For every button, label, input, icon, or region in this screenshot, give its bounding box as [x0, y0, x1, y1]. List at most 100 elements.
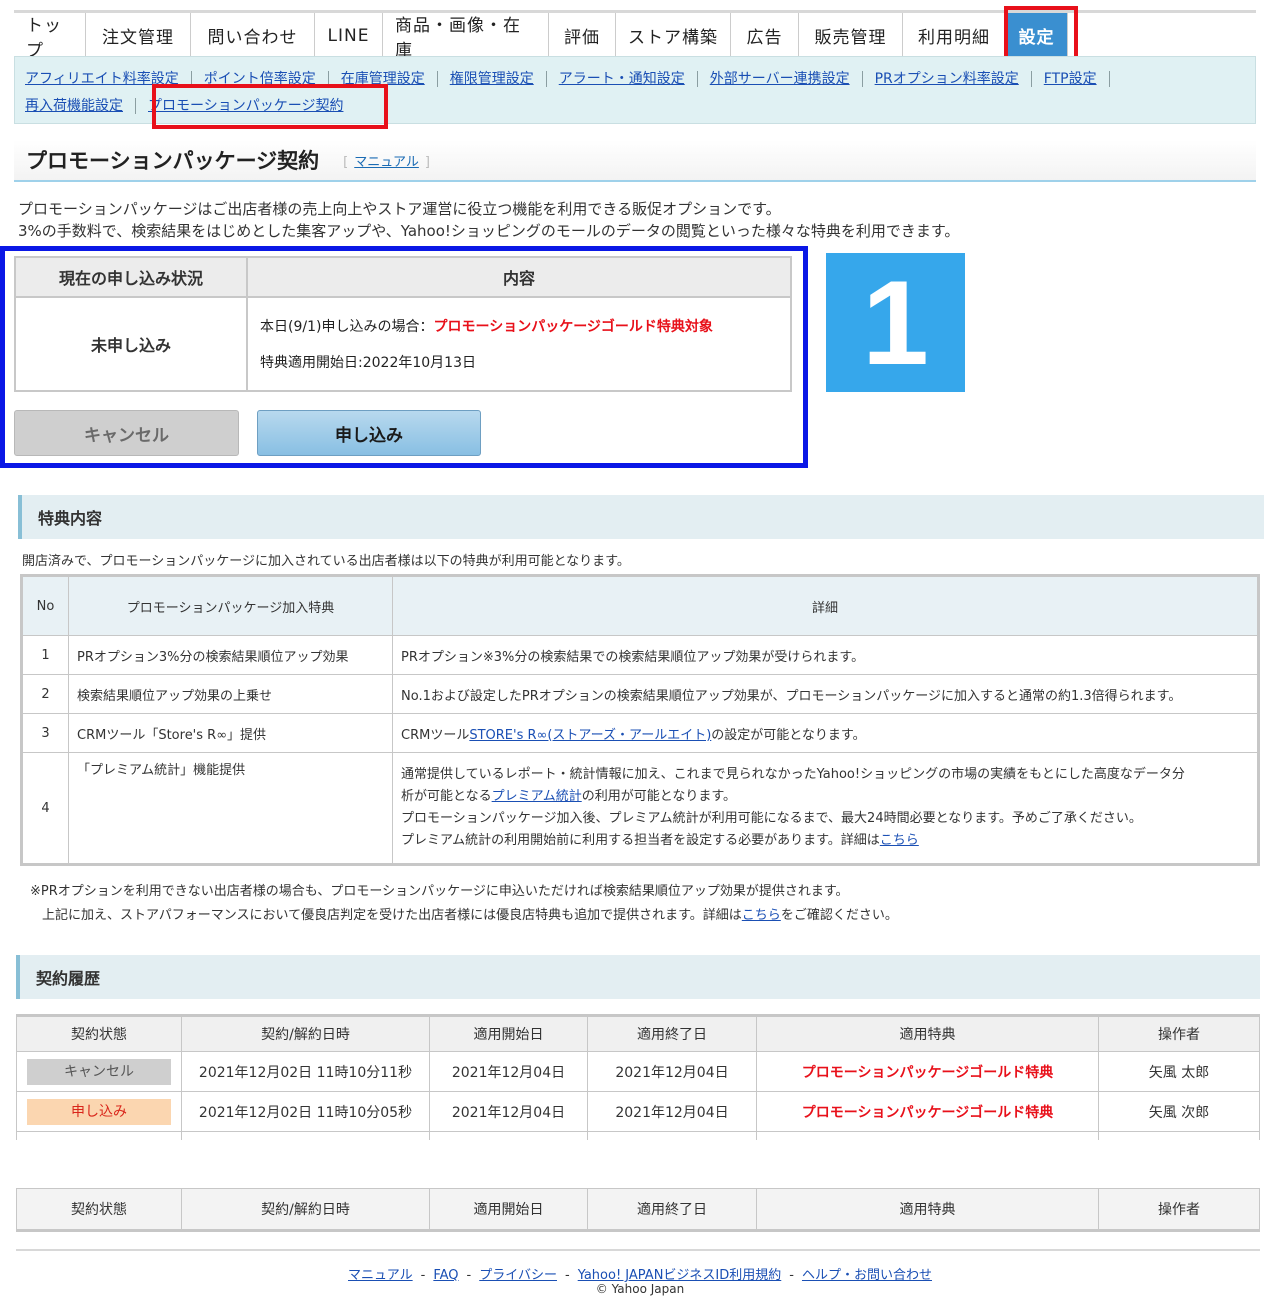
cancel-button[interactable]: キャンセル: [14, 410, 239, 456]
row-end: 2021年12月04日: [587, 1051, 757, 1092]
table-row: 1 PRオプション3%分の検索結果順位アップ効果 PRオプション※3%分の検索結…: [21, 635, 1259, 675]
subnav-restock[interactable]: 再入荷機能設定: [25, 97, 136, 114]
tab-reviews[interactable]: 評価: [549, 13, 616, 58]
row-status: キャンセル: [16, 1051, 182, 1092]
col-operator: 操作者: [1098, 1014, 1260, 1052]
row-datetime: 2021年12月02日 11時10分05秒: [181, 1091, 430, 1132]
excellent-store-link[interactable]: こちら: [742, 908, 781, 923]
col-status: 契約状態: [16, 1014, 182, 1052]
premium-stats-link[interactable]: プレミアム統計: [492, 789, 582, 804]
apply-button[interactable]: 申し込み: [257, 410, 481, 456]
row-detail: No.1および設定したPRオプションの検索結果順位アップ効果が、プロモーションパ…: [392, 674, 1259, 714]
detail-text: 析が可能となる: [401, 789, 492, 804]
manual-link[interactable]: マニュアル: [354, 155, 419, 170]
row-benefit: プロモーションパッケージゴールド特典: [756, 1091, 1099, 1132]
footer-separator: -: [789, 1268, 794, 1283]
stores-r8-link[interactable]: STORE's R∞(ストアーズ・アールエイト): [469, 728, 711, 743]
row-operator: 矢風 次郎: [1098, 1091, 1260, 1132]
table-row: 申し込み 2021年12月02日 11時10分05秒 2021年12月04日 2…: [16, 1091, 1260, 1132]
status-table: 現在の申し込み状況 内容 未申し込み 本日(9/1)申し込みの場合：プロモーショ…: [14, 256, 792, 392]
col-start: 適用開始日: [429, 1014, 588, 1052]
tab-inquiries[interactable]: 問い合わせ: [191, 13, 315, 58]
details-link[interactable]: こちら: [880, 833, 919, 848]
row-end: 2021年12月04日: [587, 1091, 757, 1132]
detail-line: プロモーションパッケージ加入後、プレミアム統計が利用可能になるまで、最大24時間…: [401, 811, 1142, 826]
row-no: 4: [21, 752, 69, 865]
col-datetime: 契約/解約日時: [181, 1188, 430, 1232]
row-start: 2021年12月04日: [429, 1051, 588, 1092]
content-header: 内容: [246, 256, 792, 298]
row-detail: CRMツールSTORE's R∞(ストアーズ・アールエイト)の設定が可能となりま…: [392, 713, 1259, 753]
tab-top[interactable]: トップ: [14, 13, 86, 61]
footer-manual-link[interactable]: マニュアル: [348, 1268, 413, 1283]
intro-line-2: 3%の手数料で、検索結果をはじめとした集客アップや、Yahoo!ショッピングのモ…: [18, 222, 960, 240]
table-row: 3 CRMツール「Store's R∞」提供 CRMツールSTORE's R∞(…: [21, 713, 1259, 753]
subnav-external-server[interactable]: 外部サーバー連携設定: [698, 70, 863, 87]
detail-prefix: 本日(9/1)申し込みの場合：: [260, 319, 434, 335]
subnav-affiliate-rate[interactable]: アフィリエイト料率設定: [25, 70, 192, 87]
status-badge: キャンセル: [27, 1058, 171, 1085]
col-detail: 詳細: [392, 575, 1259, 636]
top-navigation: トップ 注文管理 問い合わせ LINE 商品・画像・在庫 評価 ストア構築 広告…: [14, 10, 1256, 61]
footnote-text: 上記に加え、ストアパフォーマンスにおいて優良店判定を受けた出店者様には優良店特典…: [42, 908, 742, 923]
subnav-alerts[interactable]: アラート・通知設定: [547, 70, 698, 87]
copyright: © Yahoo Japan: [595, 1282, 685, 1296]
footer-separator: -: [564, 1268, 570, 1283]
row-status: 申し込み: [16, 1091, 182, 1132]
footnote-1: ※PRオプションを利用できない出店者様の場合も、プロモーションパッケージに申込い…: [30, 884, 849, 899]
col-end: 適用終了日: [587, 1188, 757, 1232]
table-row-partial: [16, 1131, 1260, 1140]
tab-line[interactable]: LINE: [315, 13, 383, 58]
footer-help-link[interactable]: ヘルプ・お問い合わせ: [802, 1268, 932, 1283]
subnav-ftp[interactable]: FTP設定: [1032, 70, 1110, 87]
row-benefit: プロモーションパッケージゴールド特典: [756, 1051, 1099, 1092]
row-operator: 矢風 太郎: [1098, 1051, 1260, 1092]
footer-divider: [16, 1249, 1260, 1251]
table-row: キャンセル 2021年12月02日 11時10分11秒 2021年12月04日 …: [16, 1051, 1260, 1092]
row-no: 2: [21, 674, 69, 714]
subnav-promotion-package[interactable]: プロモーションパッケージ契約: [136, 98, 355, 114]
footnote-2: 上記に加え、ストアパフォーマンスにおいて優良店判定を受けた出店者様には優良店特典…: [42, 904, 898, 923]
table-row: 4 「プレミアム統計」機能提供 通常提供しているレポート・統計情報に加え、これま…: [21, 752, 1259, 865]
row-benefit: CRMツール「Store's R∞」提供: [68, 713, 393, 753]
tab-billing[interactable]: 利用明細: [903, 13, 1006, 58]
row-start: 2021年12月04日: [429, 1091, 588, 1132]
status-value: 未申し込み: [14, 296, 248, 392]
subnav-permissions[interactable]: 権限管理設定: [438, 70, 547, 87]
tab-store-build[interactable]: ストア構築: [616, 13, 731, 58]
intro-line-1: プロモーションパッケージはご出店者様の売上向上やストア運営に役立つ機能を利用でき…: [18, 200, 781, 218]
detail-text: プレミアム統計の利用開始前に利用する担当者を設定する必要があります。詳細は: [401, 833, 880, 848]
history-table: 契約状態 契約/解約日時 適用開始日 適用終了日 適用特典 操作者 キャンセル …: [16, 1014, 1260, 1140]
page-header: プロモーションパッケージ契約 [マニュアル]: [14, 140, 1256, 182]
row-detail: 通常提供しているレポート・統計情報に加え、これまで見られなかったYahoo!ショ…: [392, 752, 1259, 865]
footer-separator: -: [420, 1268, 426, 1283]
step-number-badge: 1: [826, 253, 965, 392]
col-benefit: 適用特典: [756, 1014, 1099, 1052]
status-badge: 申し込み: [27, 1098, 171, 1125]
history-table-footer: 契約状態 契約/解約日時 適用開始日 適用終了日 適用特典 操作者: [16, 1188, 1260, 1232]
tab-sales[interactable]: 販売管理: [799, 13, 903, 58]
benefits-section-title: 特典内容: [18, 495, 1264, 539]
col-end: 適用終了日: [587, 1014, 757, 1052]
row-no: 1: [21, 635, 69, 675]
subnav-point-rate[interactable]: ポイント倍率設定: [192, 70, 329, 87]
row-benefit: 検索結果順位アップ効果の上乗せ: [68, 674, 393, 714]
footer-terms-link[interactable]: Yahoo! JAPANビジネスID利用規約: [578, 1268, 782, 1283]
col-operator: 操作者: [1098, 1188, 1260, 1232]
subnav-inventory[interactable]: 在庫管理設定: [329, 70, 438, 87]
tab-settings[interactable]: 設定: [1006, 13, 1068, 58]
footer-privacy-link[interactable]: プライバシー: [479, 1268, 557, 1283]
col-benefit: プロモーションパッケージ加入特典: [68, 575, 393, 636]
detail-text: CRMツール: [401, 727, 470, 743]
footer-faq-link[interactable]: FAQ: [433, 1268, 458, 1283]
subnav-pr-option[interactable]: PRオプション料率設定: [863, 70, 1032, 87]
col-no: No: [21, 575, 69, 636]
tab-ads[interactable]: 広告: [731, 13, 799, 58]
tab-orders[interactable]: 注文管理: [86, 13, 191, 58]
col-datetime: 契約/解約日時: [181, 1014, 430, 1052]
row-no: 3: [21, 713, 69, 753]
tab-products[interactable]: 商品・画像・在庫: [383, 13, 549, 61]
col-benefit: 適用特典: [756, 1188, 1099, 1232]
settings-subnav: アフィリエイト料率設定 ポイント倍率設定 在庫管理設定 権限管理設定 アラート・…: [14, 56, 1256, 124]
row-datetime: 2021年12月02日 11時10分11秒: [181, 1051, 430, 1092]
